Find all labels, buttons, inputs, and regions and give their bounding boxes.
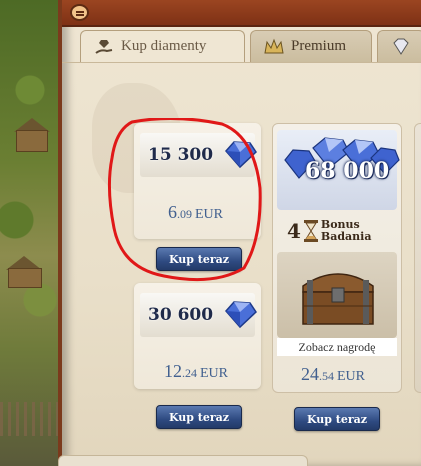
game-map-background — [0, 0, 66, 466]
price-major: 12 — [164, 361, 182, 381]
price-major: 6 — [168, 202, 177, 222]
buy-button-30600[interactable]: Kup teraz — [156, 405, 242, 429]
diamond-icon — [225, 141, 257, 169]
fence — [0, 402, 60, 436]
price-minor: .54 — [319, 369, 334, 383]
offer-card-15300[interactable]: 15 300 6.09 EUR — [134, 123, 261, 239]
offer-card-68000[interactable]: 68 000 4 Bonus Badania Zobacz nagrodę 24… — [272, 123, 402, 393]
offer-card-partial[interactable] — [414, 123, 421, 393]
hut — [8, 268, 42, 288]
diamond-icon — [225, 301, 257, 329]
bottom-panel-edge — [58, 455, 308, 466]
crown-icon — [264, 38, 284, 53]
price-minor: .24 — [182, 366, 197, 380]
tab-label: Kup diamenty — [121, 38, 207, 54]
research-bonus: 4 Bonus Badania — [287, 219, 372, 244]
diamond-amount: 30 600 — [148, 305, 214, 325]
buy-button-15300[interactable]: Kup teraz — [156, 247, 242, 271]
amount-band: 15 300 — [140, 133, 257, 177]
see-reward-link[interactable]: Zobacz nagrodę — [277, 338, 397, 356]
price-label: 6.09 EUR — [168, 202, 223, 223]
tab-label: Premium — [291, 38, 346, 54]
diamond-amount: 68 000 — [305, 158, 390, 184]
tab-buy-diamonds[interactable]: Kup diamenty — [80, 30, 245, 62]
diamond-amount: 15 300 — [148, 145, 214, 165]
price-minor: .09 — [177, 207, 192, 221]
tab-premium[interactable]: Premium — [250, 30, 372, 62]
currency: EUR — [337, 369, 365, 384]
chat-bubble-icon[interactable] — [70, 4, 89, 21]
panel-header — [62, 0, 421, 27]
tab-diamonds[interactable] — [377, 30, 421, 62]
hand-diamond-icon — [95, 39, 113, 54]
price-label: 24.54 EUR — [301, 364, 365, 385]
bonus-text: Bonus Badania — [321, 219, 372, 243]
diamond-icon — [393, 38, 409, 55]
diamond-shop-panel: Kup diamenty Premium 15 300 6.09 EUR Kup… — [58, 0, 421, 466]
bonus-line-2: Badania — [320, 230, 372, 243]
currency: EUR — [200, 366, 228, 381]
offer-card-30600[interactable]: 30 600 12.24 EUR — [134, 283, 261, 389]
treasure-chest-icon — [302, 273, 374, 325]
price-major: 24 — [301, 364, 319, 384]
price-label: 12.24 EUR — [164, 361, 228, 382]
reward-chest-area[interactable] — [277, 252, 397, 338]
currency: EUR — [195, 207, 223, 222]
hourglass-icon — [303, 220, 318, 242]
amount-band: 30 600 — [140, 293, 257, 337]
bonus-count: 4 — [287, 219, 301, 243]
hut — [16, 130, 48, 152]
buy-button-68000[interactable]: Kup teraz — [294, 407, 380, 431]
amount-band: 68 000 — [277, 130, 400, 210]
